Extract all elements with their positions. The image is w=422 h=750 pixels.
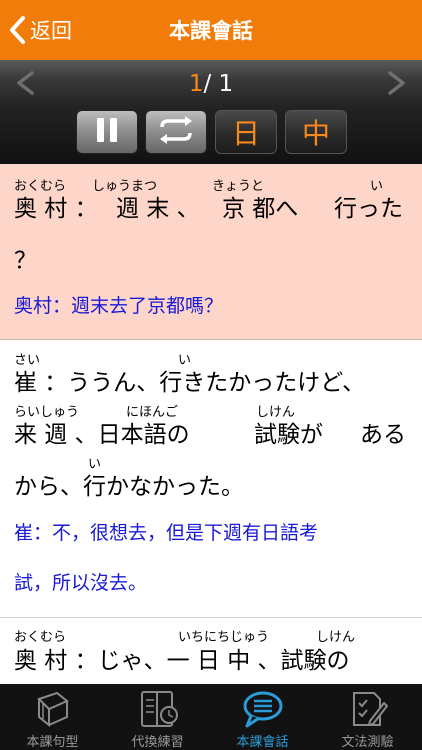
dialogue-text: 来 週 、日本語の <box>14 422 190 448</box>
translation-text: 試，所以沒去。 <box>14 572 148 594</box>
page-separator: / <box>203 71 212 97</box>
tab-substitution-practice[interactable]: 代換練習 <box>105 684 210 750</box>
notebook-clock-icon <box>136 689 180 733</box>
tab-bar: 本課句型 代換練習 本課會話 文法測驗 <box>0 684 422 750</box>
furigana: きょうと <box>212 179 265 194</box>
dialogue-text: 奥 村 ： <box>14 196 98 222</box>
player-controls: 1/ 1 日 中 <box>0 60 422 164</box>
tab-sentence-patterns[interactable]: 本課句型 <box>0 684 105 750</box>
furigana: おくむら <box>14 179 67 194</box>
japanese-toggle-label: 日 <box>231 117 260 150</box>
tab-label: 代換練習 <box>131 735 184 750</box>
dialogue-text: 京 都へ <box>222 196 299 222</box>
book-icon <box>33 689 73 733</box>
dialogue-entry[interactable]: おくむら しゅうまつ きょうと い 奥 村 ： 週 末 、 京 都へ 行った ？… <box>0 164 422 340</box>
tab-label: 本課會話 <box>236 735 289 750</box>
translation-text: 崔：不，很想去，但是下週有日語考 <box>14 522 319 544</box>
repeat-button[interactable] <box>145 110 207 154</box>
dialogue-text: 試験が <box>254 422 323 448</box>
chinese-toggle-button[interactable]: 中 <box>285 110 347 154</box>
chinese-toggle-label: 中 <box>301 117 330 150</box>
dialogue-entry[interactable]: おくむら いちにちじゅう しけん 奥 村 ：じゃ、一 日 中 、試験の <box>0 619 422 684</box>
furigana: い <box>88 457 102 472</box>
dialogue-text: ？ <box>14 248 37 274</box>
furigana: いちにちじゅう <box>178 630 270 645</box>
furigana: さい <box>14 353 41 368</box>
dialogue-text: 週 末 、 <box>116 196 200 222</box>
furigana: しけん <box>256 405 296 420</box>
total-pages: 1 <box>218 71 234 97</box>
chat-bubble-icon <box>241 689 285 733</box>
dialogue-text: 崔 ：ううん、行きたかったけど、 <box>14 370 366 396</box>
pause-button[interactable] <box>76 110 138 154</box>
tab-label: 本課句型 <box>26 735 79 750</box>
dialogue-text: 行った <box>334 196 403 222</box>
current-page: 1 <box>188 71 204 97</box>
dialogue-text: 奥 村 ：じゃ、一 日 中 、試験の <box>14 648 350 674</box>
furigana: い <box>370 179 384 194</box>
checklist-pen-icon <box>348 689 388 733</box>
pause-icon <box>95 117 119 147</box>
furigana: にほんご <box>126 405 179 420</box>
japanese-toggle-button[interactable]: 日 <box>215 110 277 154</box>
repeat-icon <box>156 115 196 149</box>
tab-label: 文法測驗 <box>341 735 394 750</box>
dialogue-text: から、行かなかった。 <box>14 474 244 500</box>
translation-text: 奥村：週末去了京都嗎？ <box>14 295 224 317</box>
next-arrow-icon[interactable] <box>386 70 408 100</box>
furigana: しけん <box>316 630 356 645</box>
page-counter: 1/ 1 <box>0 71 422 97</box>
dialogue-text: ある <box>360 422 406 448</box>
dialogue-list[interactable]: おくむら しゅうまつ きょうと い 奥 村 ： 週 末 、 京 都へ 行った ？… <box>0 164 422 684</box>
furigana: い <box>178 353 192 368</box>
furigana: らいしゅう <box>14 405 80 420</box>
furigana: おくむら <box>14 630 67 645</box>
page-title: 本課會話 <box>169 19 253 43</box>
nav-bar: 返回 本課會話 <box>0 0 422 60</box>
furigana: しゅうまつ <box>92 179 158 194</box>
tab-lesson-dialogue[interactable]: 本課會話 <box>210 684 315 750</box>
dialogue-entry[interactable]: さい い 崔 ：ううん、行きたかったけど、 らいしゅう にほんご しけん 来 週… <box>0 340 422 618</box>
tab-grammar-quiz[interactable]: 文法測驗 <box>315 684 420 750</box>
